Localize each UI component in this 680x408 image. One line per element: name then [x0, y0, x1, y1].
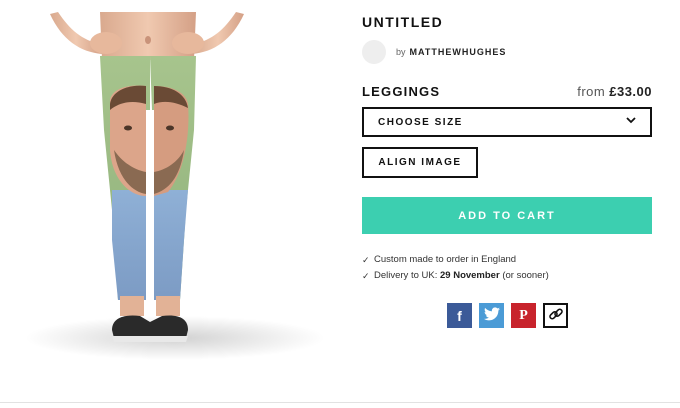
author-link[interactable]: MATTHEWHUGHES	[410, 47, 507, 57]
price: from £33.00	[577, 84, 652, 99]
delivery-date: 29 November	[440, 270, 500, 281]
price-prefix: from	[577, 84, 606, 99]
product-type: LEGGINGS	[362, 84, 441, 99]
price-value: £33.00	[609, 84, 652, 99]
leggings-illustration	[25, 12, 325, 360]
facebook-icon: f	[457, 307, 462, 324]
product-image[interactable]	[0, 0, 350, 408]
note-custom-made-text: Custom made to order in England	[374, 254, 517, 265]
delivery-suffix: (or sooner)	[502, 270, 549, 281]
pinterest-icon: P	[519, 307, 528, 323]
note-custom-made: ✓ Custom made to order in England	[362, 252, 549, 268]
link-icon	[548, 306, 564, 325]
share-buttons: f P	[447, 303, 568, 328]
note-delivery: ✓ Delivery to UK: 29 November (or sooner…	[362, 268, 549, 284]
product-title: UNTITLED	[362, 14, 444, 30]
align-image-button[interactable]: ALIGN IMAGE	[362, 147, 478, 178]
copy-link-button[interactable]	[543, 303, 568, 328]
check-icon: ✓	[362, 271, 370, 281]
avatar[interactable]	[362, 40, 386, 64]
product-type-row: LEGGINGS from £33.00	[362, 84, 652, 99]
author-prefix: by	[396, 47, 406, 57]
twitter-share-button[interactable]	[479, 303, 504, 328]
divider	[0, 402, 680, 403]
pinterest-share-button[interactable]: P	[511, 303, 536, 328]
delivery-prefix: Delivery to UK:	[374, 270, 438, 281]
align-image-label: ALIGN IMAGE	[378, 157, 462, 168]
twitter-icon	[483, 307, 500, 324]
size-select-label: CHOOSE SIZE	[378, 116, 463, 128]
chevron-down-icon	[626, 115, 636, 127]
size-select[interactable]: CHOOSE SIZE	[362, 107, 652, 137]
add-to-cart-button[interactable]: ADD TO CART	[362, 197, 652, 234]
add-to-cart-label: ADD TO CART	[458, 209, 556, 222]
check-icon: ✓	[362, 255, 370, 265]
facebook-share-button[interactable]: f	[447, 303, 472, 328]
shipping-notes: ✓ Custom made to order in England ✓ Deli…	[362, 252, 549, 284]
author-row[interactable]: by MATTHEWHUGHES	[362, 40, 506, 64]
